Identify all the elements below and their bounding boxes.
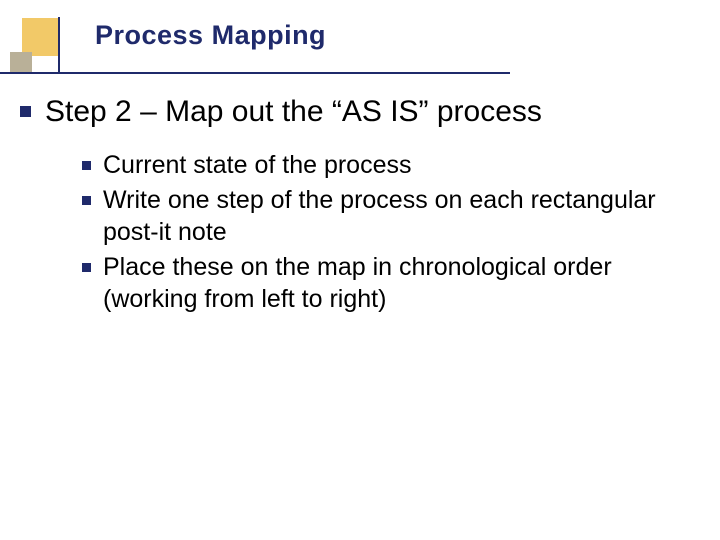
slide-content: Step 2 – Map out the “AS IS” process Cur…: [20, 92, 680, 318]
bullet-level2: Write one step of the process on each re…: [82, 184, 680, 249]
bullet-level2: Place these on the map in chronological …: [82, 251, 680, 316]
slide-title: Process Mapping: [95, 20, 326, 51]
bullet-level2-text: Place these on the map in chronological …: [103, 251, 680, 316]
bullet-level2-text: Current state of the process: [103, 149, 411, 182]
bullet-level2-text: Write one step of the process on each re…: [103, 184, 680, 249]
square-bullet-icon: [82, 161, 91, 170]
square-bullet-icon: [82, 263, 91, 272]
bullet-level2-list: Current state of the process Write one s…: [82, 149, 680, 316]
slide: Process Mapping Step 2 – Map out the “AS…: [0, 0, 720, 540]
bullet-level2: Current state of the process: [82, 149, 680, 182]
decor-square-gold: [22, 18, 60, 56]
decor-line-horizontal: [0, 72, 510, 74]
decor-line-vertical: [58, 17, 60, 73]
bullet-level1-text: Step 2 – Map out the “AS IS” process: [45, 92, 542, 131]
square-bullet-icon: [82, 196, 91, 205]
square-bullet-icon: [20, 106, 31, 117]
decor-square-gray: [10, 52, 32, 74]
bullet-level1: Step 2 – Map out the “AS IS” process: [20, 92, 680, 131]
